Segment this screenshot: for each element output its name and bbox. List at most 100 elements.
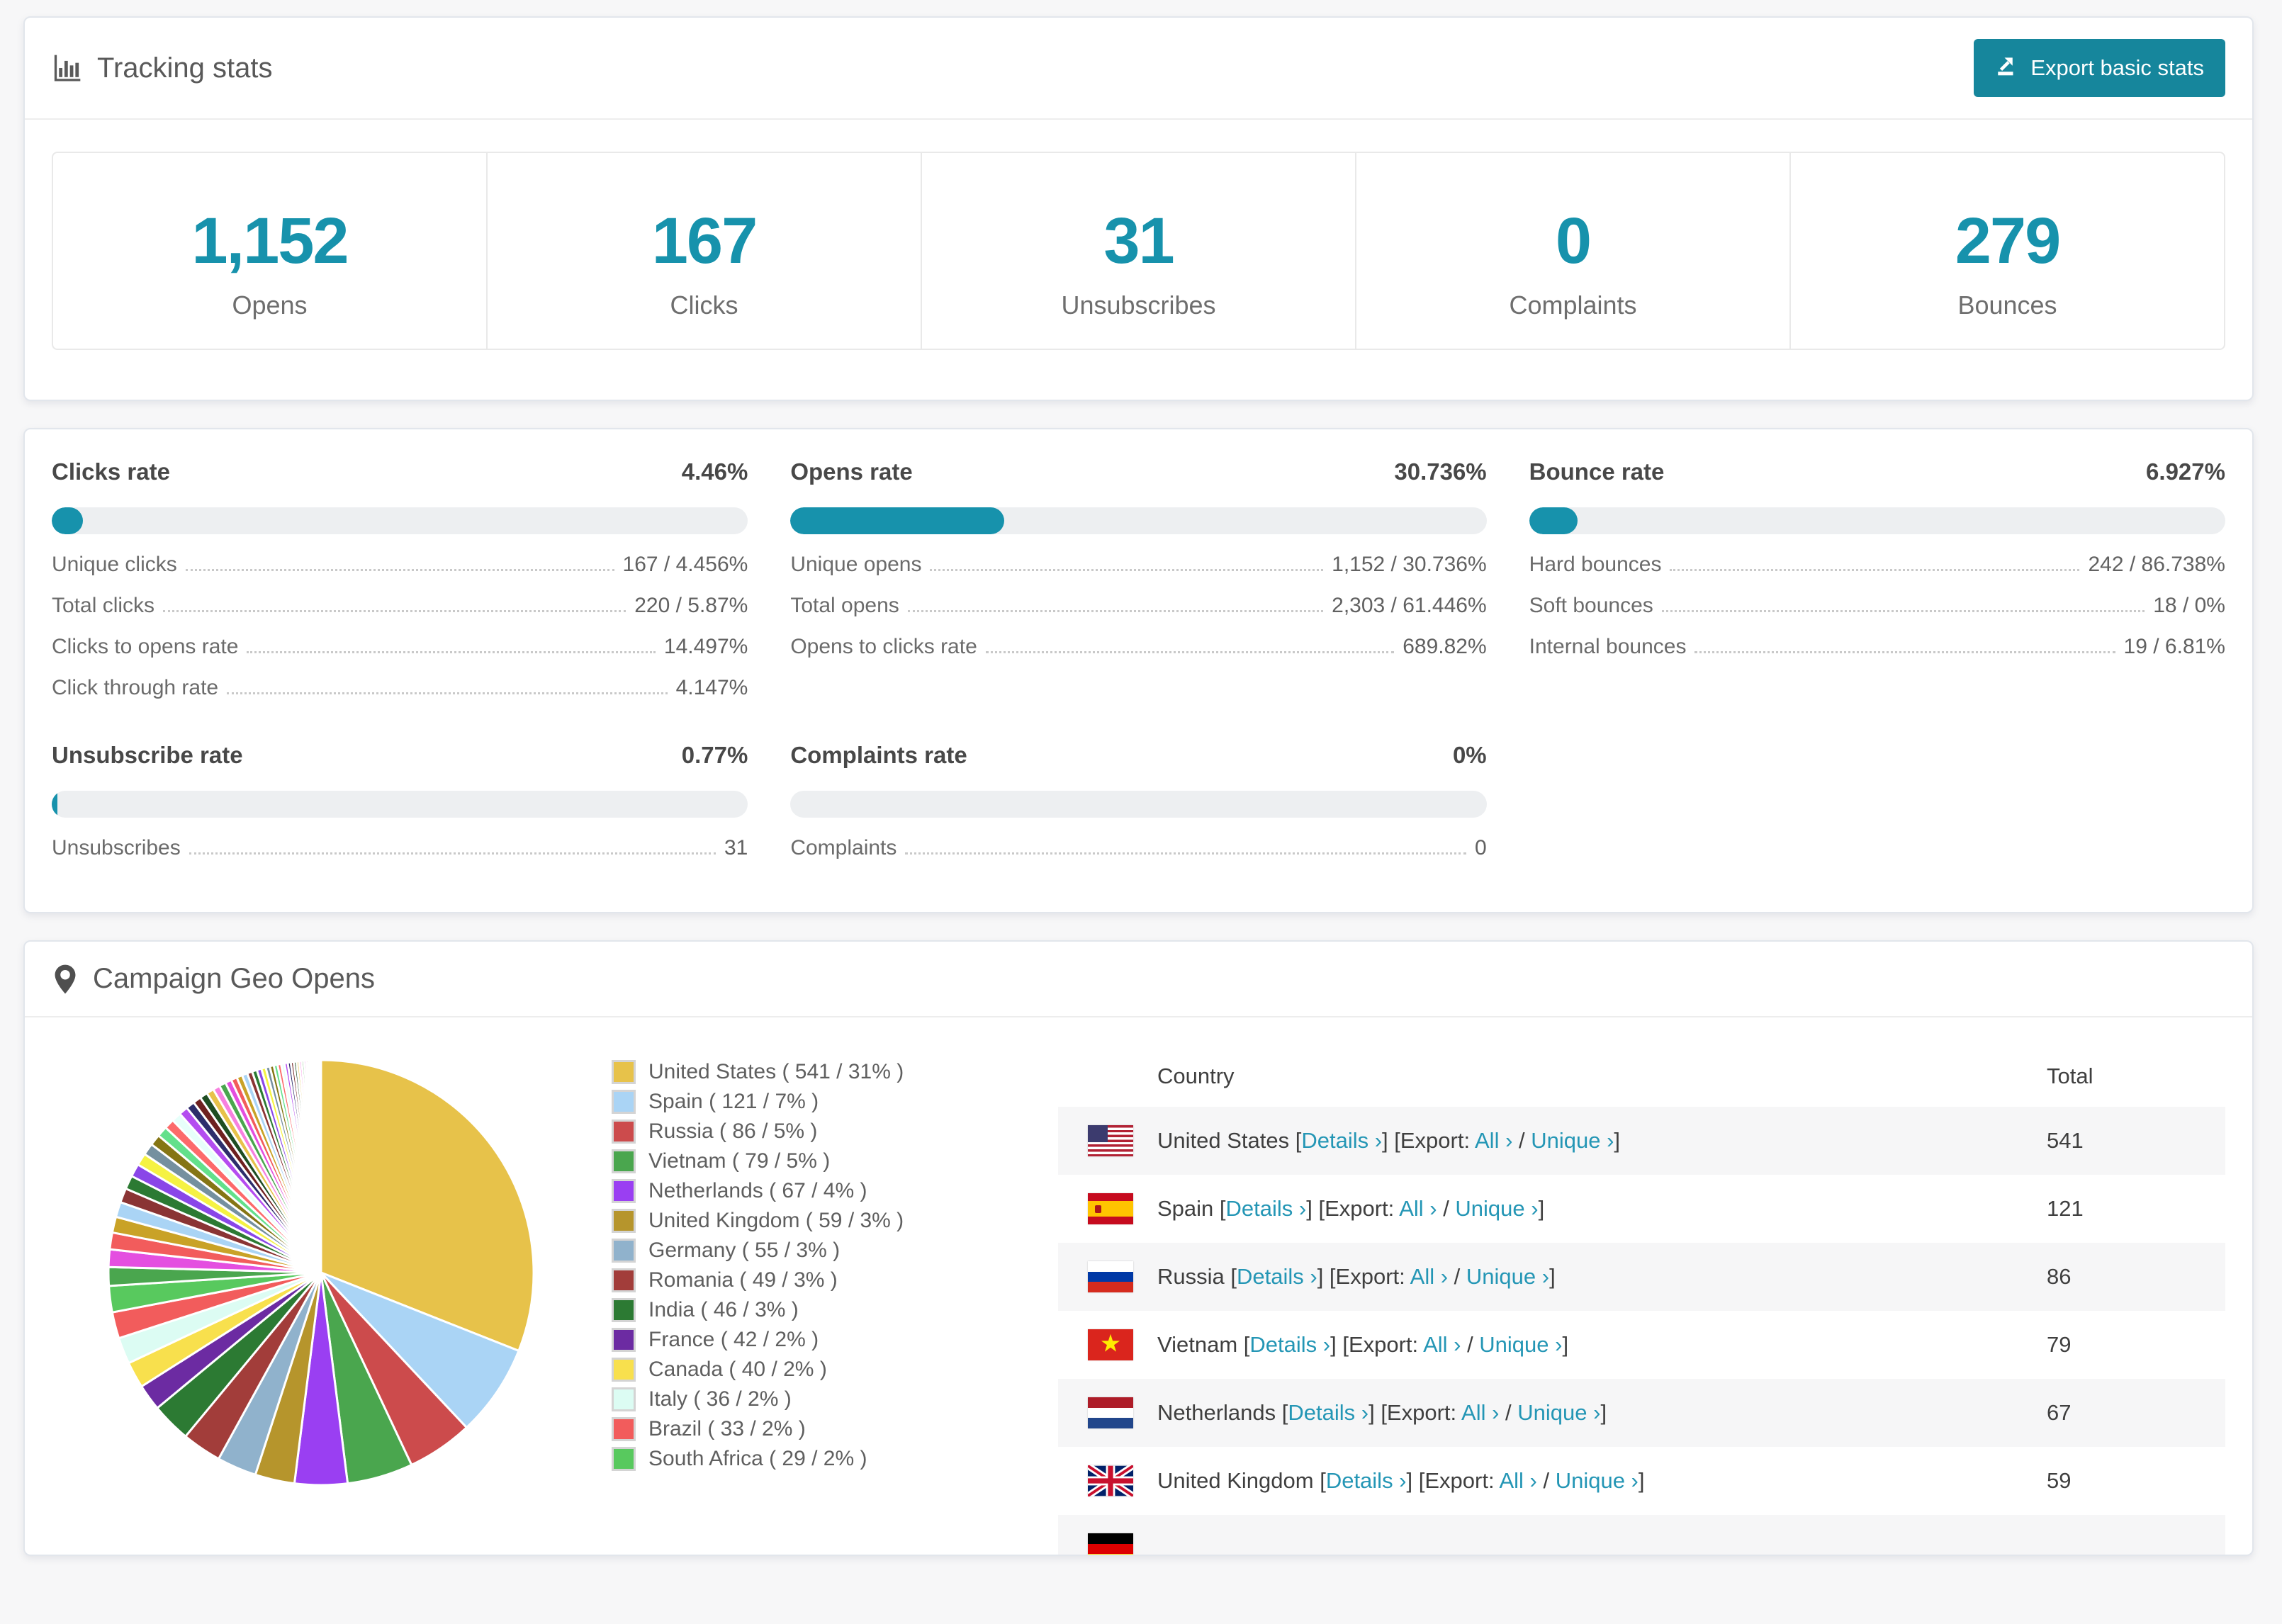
table-row: Netherlands [Details ›] [Export: All › /… xyxy=(1058,1379,2225,1447)
details-link[interactable]: Details › xyxy=(1237,1264,1317,1289)
bracket-text: [ xyxy=(1289,1128,1302,1153)
rate-value: 0.77% xyxy=(681,742,748,768)
rate-title: Bounce rate xyxy=(1529,458,1665,485)
country-name: United States xyxy=(1157,1128,1290,1153)
rate-row: Unique clicks 167 / 4.456% xyxy=(52,554,748,575)
progress-bar-fill xyxy=(790,507,1005,534)
geo-header: Campaign Geo Opens xyxy=(25,942,2252,1017)
legend-label: United Kingdom ( 59 / 3% ) xyxy=(648,1209,904,1232)
export-unique-link[interactable]: Unique › xyxy=(1466,1264,1549,1289)
legend-item: South Africa ( 29 / 2% ) xyxy=(612,1444,1037,1474)
dotted-leader xyxy=(905,852,1466,855)
export-all-link[interactable]: All › xyxy=(1423,1332,1461,1357)
total-cell: 86 xyxy=(2047,1264,2072,1289)
legend-swatch xyxy=(612,1358,636,1382)
bracket-text: ] [Export: xyxy=(1330,1332,1424,1357)
separator-text: / xyxy=(1448,1264,1466,1289)
rate-row-value: 167 / 4.456% xyxy=(622,553,748,576)
rate-row-value: 4.147% xyxy=(675,676,748,699)
summary-stat-unsubscribes: 31 Unsubscribes xyxy=(922,153,1356,349)
pie-chart-svg xyxy=(107,1059,535,1487)
rates-card: Clicks rate 4.46% Unique clicks 167 / 4.456… xyxy=(23,428,2254,913)
dotted-leader xyxy=(185,569,614,571)
rate-row-value: 31 xyxy=(724,836,748,859)
rate-block-header: Clicks rate 4.46% xyxy=(52,458,748,486)
export-all-link[interactable]: All › xyxy=(1399,1196,1437,1221)
legend-label: India ( 46 / 3% ) xyxy=(648,1298,799,1321)
rate-title: Unsubscribe rate xyxy=(52,742,243,768)
stat-value: 1,152 xyxy=(191,205,349,277)
summary-stats: 1,152 Opens 167 Clicks 31 Unsubscribes 0 Compla… xyxy=(52,152,2225,350)
stat-label: Clicks xyxy=(670,291,738,320)
bracket-text: ] [Export: xyxy=(1306,1196,1400,1221)
bracket-text: ] [Export: xyxy=(1317,1264,1410,1289)
bracket-text: [ xyxy=(1237,1332,1250,1357)
export-all-link[interactable]: All › xyxy=(1499,1468,1536,1493)
country-name-and-links: Spain [Details ›] [Export: All › / Uniqu… xyxy=(1157,1196,1544,1222)
country-cell: Netherlands [Details ›] [Export: All › /… xyxy=(1088,1397,2047,1428)
bracket-text: ] [Export: xyxy=(1406,1468,1500,1493)
dotted-leader xyxy=(1694,651,2115,653)
table-row: United Kingdom [Details ›] [Export: All … xyxy=(1058,1447,2225,1515)
legend-label: South Africa ( 29 / 2% ) xyxy=(648,1447,867,1470)
export-unique-link[interactable]: Unique › xyxy=(1455,1196,1538,1221)
rate-row: Unsubscribes 31 xyxy=(52,838,748,859)
export-all-link[interactable]: All › xyxy=(1461,1400,1499,1425)
details-link[interactable]: Details › xyxy=(1226,1196,1307,1221)
country-name: Vietnam xyxy=(1157,1332,1238,1357)
export-basic-stats-button[interactable]: Export basic stats xyxy=(1974,39,2225,97)
legend-item: Vietnam ( 79 / 5% ) xyxy=(612,1146,1037,1176)
summary-stat-opens: 1,152 Opens xyxy=(53,153,488,349)
legend-item: Spain ( 121 / 7% ) xyxy=(612,1087,1037,1117)
details-link[interactable]: Details › xyxy=(1288,1400,1368,1425)
rate-row-value: 242 / 86.738% xyxy=(2088,553,2225,576)
details-link[interactable]: Details › xyxy=(1249,1332,1330,1357)
rate-block: Bounce rate 6.927% Hard bounces 242 / 86.73… xyxy=(1529,458,2225,699)
rates-grid: Clicks rate 4.46% Unique clicks 167 / 4.456… xyxy=(52,458,2225,859)
rate-row-value: 18 / 0% xyxy=(2153,594,2225,617)
rate-rows: Unsubscribes 31 xyxy=(52,838,748,859)
export-unique-link[interactable]: Unique › xyxy=(1479,1332,1562,1357)
legend-item: India ( 46 / 3% ) xyxy=(612,1295,1037,1325)
tracking-stats-title: Tracking stats xyxy=(52,52,272,84)
legend-swatch xyxy=(612,1179,636,1203)
tracking-stats-card: Tracking stats Export basic stats 1,152 O… xyxy=(23,16,2254,401)
rate-block-header: Unsubscribe rate 0.77% xyxy=(52,741,748,769)
rate-row-value: 1,152 / 30.736% xyxy=(1332,553,1487,576)
country-flag-us xyxy=(1088,1125,1133,1156)
geo-title-wrap: Campaign Geo Opens xyxy=(52,963,375,995)
bracket-text: [ xyxy=(1224,1264,1237,1289)
export-all-link[interactable]: All › xyxy=(1410,1264,1448,1289)
export-all-link[interactable]: All › xyxy=(1475,1128,1512,1153)
geo-table-header: Country Total xyxy=(1058,1046,2225,1107)
export-unique-link[interactable]: Unique › xyxy=(1556,1468,1639,1493)
details-link[interactable]: Details › xyxy=(1301,1128,1382,1153)
dotted-leader xyxy=(227,692,668,694)
rate-block: Opens rate 30.736% Unique opens 1,152 / 30.… xyxy=(790,458,1487,699)
progress-bar-fill xyxy=(52,791,57,818)
legend-item: Romania ( 49 / 3% ) xyxy=(612,1265,1037,1295)
rate-row-label: Clicks to opens rate xyxy=(52,635,239,658)
rate-rows: Unique opens 1,152 / 30.736% Total opens 2,… xyxy=(790,554,1486,658)
table-row: Russia [Details ›] [Export: All › / Uniq… xyxy=(1058,1243,2225,1311)
stat-value: 0 xyxy=(1555,205,1592,277)
rate-row-label: Click through rate xyxy=(52,676,219,699)
legend-item: Germany ( 55 / 3% ) xyxy=(612,1236,1037,1265)
country-name: Russia xyxy=(1157,1264,1225,1289)
export-icon xyxy=(1995,53,2019,83)
legend-label: Canada ( 40 / 2% ) xyxy=(648,1358,827,1381)
export-unique-link[interactable]: Unique › xyxy=(1531,1128,1614,1153)
bracket-text: ] [Export: xyxy=(1368,1400,1462,1425)
details-link[interactable]: Details › xyxy=(1326,1468,1407,1493)
bracket-text: ] xyxy=(1638,1468,1645,1493)
progress-bar-fill xyxy=(52,507,83,534)
stat-label: Bounces xyxy=(1957,291,2057,320)
rate-rows: Complaints 0 xyxy=(790,838,1486,859)
rate-row: Total clicks 220 / 5.87% xyxy=(52,595,748,616)
rate-value: 0% xyxy=(1452,742,1487,768)
legend-label: United States ( 541 / 31% ) xyxy=(648,1060,904,1083)
export-unique-link[interactable]: Unique › xyxy=(1517,1400,1600,1425)
total-cell: 59 xyxy=(2047,1468,2072,1493)
country-flag-de xyxy=(1088,1533,1133,1555)
rate-row-label: Hard bounces xyxy=(1529,553,1662,576)
